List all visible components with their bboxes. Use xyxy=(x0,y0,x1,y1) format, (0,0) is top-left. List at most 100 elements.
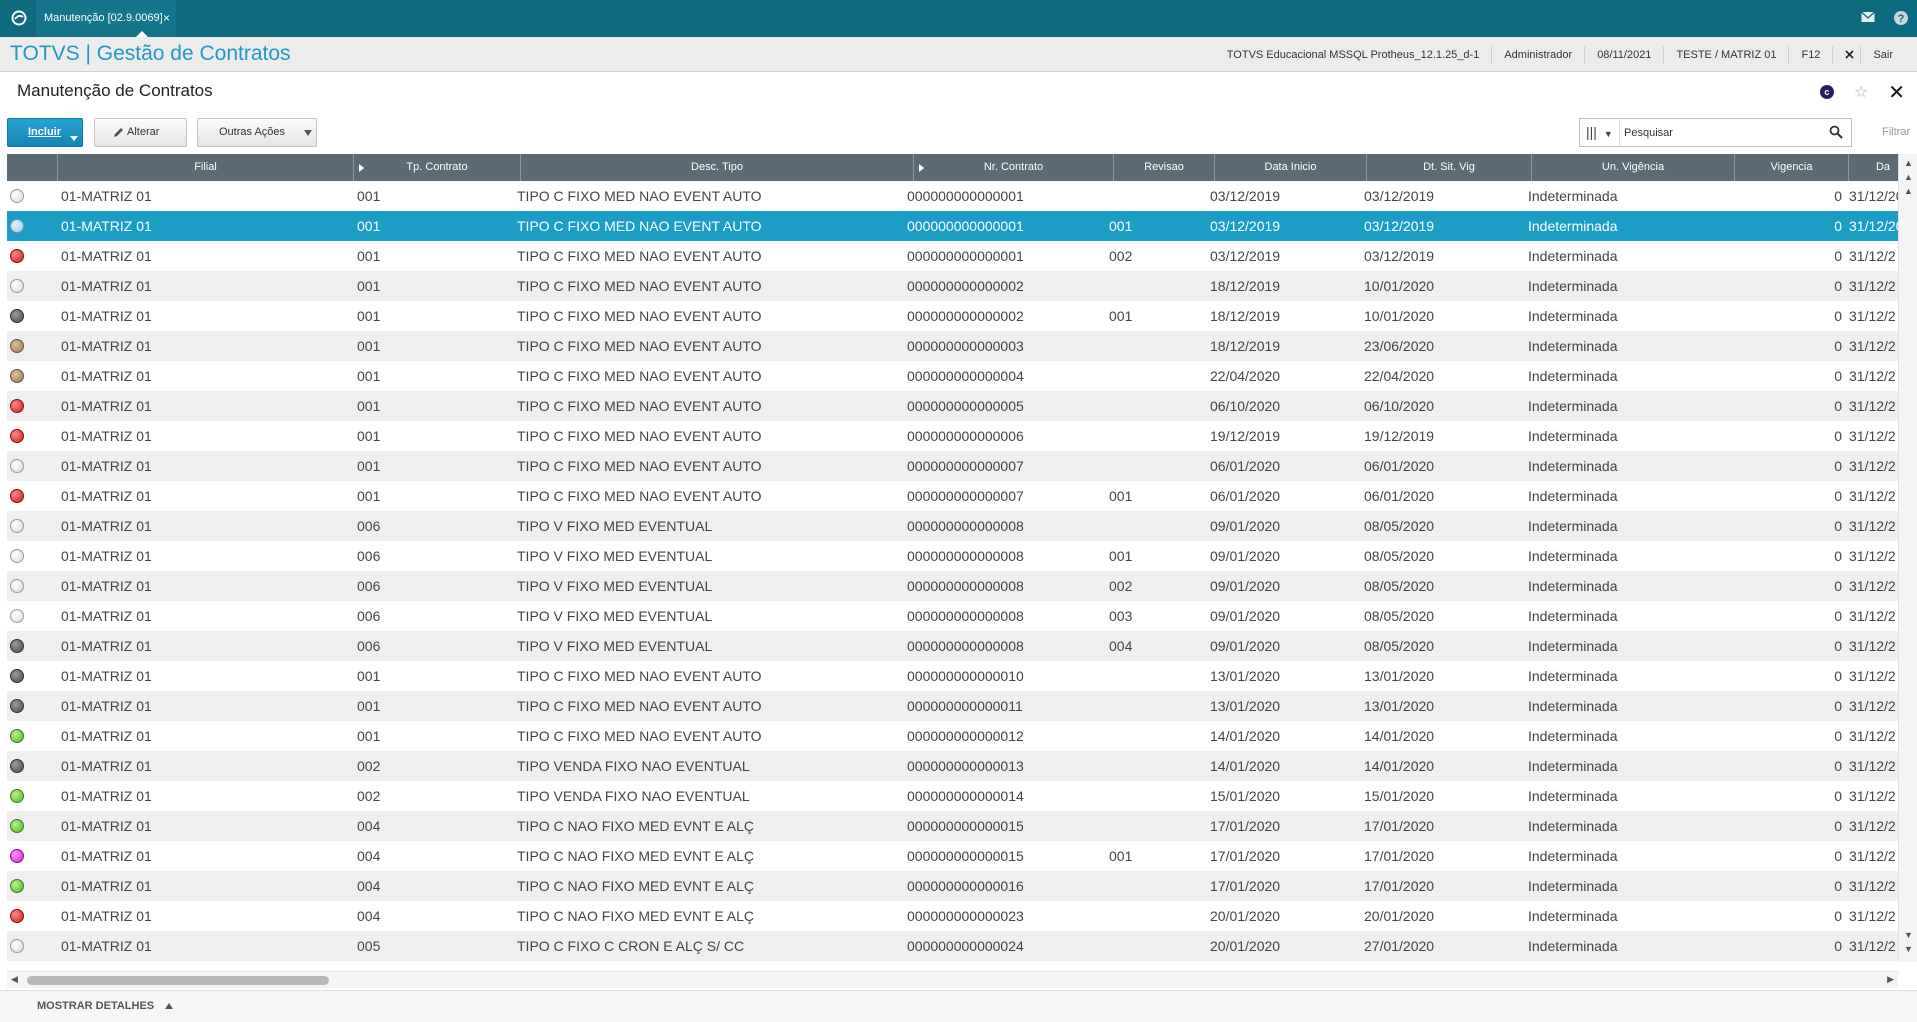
status-legend-icon[interactable] xyxy=(10,579,24,593)
header-filial[interactable]: Filial xyxy=(58,154,354,181)
status-legend-icon[interactable] xyxy=(10,849,24,863)
status-legend-icon[interactable] xyxy=(10,639,24,653)
status-legend-icon[interactable] xyxy=(10,279,24,293)
scroll-down-icon[interactable]: ▼ xyxy=(1904,930,1913,940)
table-row[interactable]: 01-MATRIZ 01 006 TIPO V FIXO MED EVENTUAL 0… xyxy=(7,541,1898,571)
user-label[interactable]: Administrador xyxy=(1491,45,1584,64)
shortcut-label[interactable]: F12 xyxy=(1788,45,1832,64)
status-legend-icon[interactable] xyxy=(10,489,24,503)
header-data-inicio[interactable]: Data Inicio xyxy=(1215,154,1367,181)
status-legend-icon[interactable] xyxy=(10,519,24,533)
status-legend-icon[interactable] xyxy=(10,609,24,623)
table-row[interactable]: 01-MATRIZ 01 001 TIPO C FIXO MED NAO EVENT… xyxy=(7,691,1898,721)
table-row[interactable]: 01-MATRIZ 01 001 TIPO C FIXO MED NAO EVENT… xyxy=(7,181,1898,211)
search-input[interactable] xyxy=(1624,123,1824,142)
table-row[interactable]: 01-MATRIZ 01 001 TIPO C FIXO MED NAO EVENT… xyxy=(7,331,1898,361)
table-row[interactable]: 01-MATRIZ 01 001 TIPO C FIXO MED NAO EVENT… xyxy=(7,481,1898,511)
header-revisao[interactable]: Revisao xyxy=(1114,154,1215,181)
table-row[interactable]: 01-MATRIZ 01 001 TIPO C FIXO MED NAO EVENT… xyxy=(7,451,1898,481)
mail-icon[interactable] xyxy=(1861,11,1875,23)
table-row[interactable]: 01-MATRIZ 01 001 TIPO C FIXO MED NAO EVENT… xyxy=(7,721,1898,751)
tab-manutencao[interactable]: Manutenção [02.9.0069] × xyxy=(36,0,176,37)
status-legend-icon[interactable] xyxy=(10,309,24,323)
totvs-logo-icon[interactable] xyxy=(11,10,27,26)
table-row[interactable]: 01-MATRIZ 01 001 TIPO C FIXO MED NAO EVENT… xyxy=(7,241,1898,271)
table-row[interactable]: 01-MATRIZ 01 004 TIPO C NAO FIXO MED EVNT … xyxy=(7,811,1898,841)
logout-button[interactable]: Sair xyxy=(1832,45,1917,64)
vertical-scrollbar[interactable]: ▲ ▲ ▲ ▼ ▼ xyxy=(1898,154,1917,962)
incluir-dropdown-icon[interactable] xyxy=(70,136,78,141)
cell-vig: 0 xyxy=(1834,398,1842,414)
show-details-button[interactable]: MOSTRAR DETALHES xyxy=(37,1000,174,1012)
status-legend-icon[interactable] xyxy=(10,249,24,263)
header-da[interactable]: Da xyxy=(1849,154,1898,181)
horizontal-scrollbar[interactable]: ◀ ▶ xyxy=(7,971,1898,988)
table-row[interactable]: 01-MATRIZ 01 002 TIPO VENDA FIXO NAO EVENT… xyxy=(7,781,1898,811)
cell-filial: 01-MATRIZ 01 xyxy=(61,938,152,954)
status-legend-icon[interactable] xyxy=(10,789,24,803)
header-desc-tipo[interactable]: Desc. Tipo xyxy=(521,154,914,181)
status-legend-icon[interactable] xyxy=(10,219,24,233)
filter-link[interactable]: Filtrar xyxy=(1882,126,1910,138)
help-icon[interactable]: ? xyxy=(1893,10,1909,26)
table-row[interactable]: 01-MATRIZ 01 006 TIPO V FIXO MED EVENTUAL 0… xyxy=(7,601,1898,631)
table-row[interactable]: 01-MATRIZ 01 005 TIPO C FIXO C CRON E ALÇ … xyxy=(7,931,1898,961)
table-row[interactable]: 01-MATRIZ 01 001 TIPO C FIXO MED NAO EVENT… xyxy=(7,421,1898,451)
header-tp-contrato[interactable]: Tp. Contrato xyxy=(354,154,521,181)
scroll-top-icon[interactable]: ▲ xyxy=(1904,158,1913,168)
scroll-right-icon[interactable]: ▶ xyxy=(1887,974,1894,985)
alterar-button[interactable]: Alterar xyxy=(94,118,187,147)
status-legend-icon[interactable] xyxy=(10,879,24,893)
assistant-icon[interactable]: c xyxy=(1819,85,1834,99)
status-legend-icon[interactable] xyxy=(10,189,24,203)
incluir-button[interactable]: Incluir xyxy=(7,118,83,147)
search-icon[interactable] xyxy=(1829,125,1843,139)
table-row[interactable]: 01-MATRIZ 01 006 TIPO V FIXO MED EVENTUAL 0… xyxy=(7,511,1898,541)
status-legend-icon[interactable] xyxy=(10,669,24,683)
scroll-left-icon[interactable]: ◀ xyxy=(11,974,18,985)
scroll-bottom-icon[interactable]: ▼ xyxy=(1904,944,1913,954)
branch-label[interactable]: TESTE / MATRIZ 01 xyxy=(1663,45,1788,64)
status-legend-icon[interactable] xyxy=(10,459,24,473)
header-dt-sit-vig[interactable]: Dt. Sit. Vig xyxy=(1367,154,1532,181)
status-legend-icon[interactable] xyxy=(10,339,24,353)
favorite-star-icon[interactable]: ☆ xyxy=(1854,82,1868,102)
tab-close-icon[interactable]: × xyxy=(163,0,170,37)
outras-acoes-button[interactable]: Outras Ações xyxy=(197,118,317,147)
scroll-up-icon[interactable]: ▲ xyxy=(1904,186,1913,196)
table-row[interactable]: 01-MATRIZ 01 002 TIPO VENDA FIXO NAO EVENT… xyxy=(7,751,1898,781)
table-row[interactable]: 01-MATRIZ 01 001 TIPO C FIXO MED NAO EVENT… xyxy=(7,271,1898,301)
horizontal-scroll-thumb[interactable] xyxy=(27,976,329,985)
table-row[interactable]: 01-MATRIZ 01 004 TIPO C NAO FIXO MED EVNT … xyxy=(7,901,1898,931)
table-row[interactable]: 01-MATRIZ 01 001 TIPO C FIXO MED NAO EVENT… xyxy=(7,361,1898,391)
status-legend-icon[interactable] xyxy=(10,429,24,443)
status-legend-icon[interactable] xyxy=(10,939,24,953)
cell-tp: 006 xyxy=(357,578,381,594)
table-row[interactable]: 01-MATRIZ 01 006 TIPO V FIXO MED EVENTUAL 0… xyxy=(7,571,1898,601)
table-row[interactable]: 01-MATRIZ 01 001 TIPO C FIXO MED NAO EVENT… xyxy=(7,661,1898,691)
table-row[interactable]: 01-MATRIZ 01 004 TIPO C NAO FIXO MED EVNT … xyxy=(7,871,1898,901)
cell-inicio: 18/12/2019 xyxy=(1210,278,1281,294)
cell-nr: 000000000000013 xyxy=(907,758,1024,774)
table-row[interactable]: 01-MATRIZ 01 001 TIPO C FIXO MED NAO EVENT… xyxy=(7,301,1898,331)
header-un-vigencia[interactable]: Un. Vigência xyxy=(1532,154,1735,181)
table-row[interactable]: 01-MATRIZ 01 001 TIPO C FIXO MED NAO EVENT… xyxy=(7,211,1898,241)
status-legend-icon[interactable] xyxy=(10,549,24,563)
chevron-down-icon xyxy=(304,130,312,136)
close-window-icon[interactable]: ✕ xyxy=(1888,80,1905,105)
cell-desc: TIPO VENDA FIXO NAO EVENTUAL xyxy=(517,788,750,804)
status-legend-icon[interactable] xyxy=(10,369,24,383)
scroll-page-up-icon[interactable]: ▲ xyxy=(1904,172,1913,182)
status-legend-icon[interactable] xyxy=(10,729,24,743)
status-legend-icon[interactable] xyxy=(10,909,24,923)
header-vigencia[interactable]: Vigencia xyxy=(1735,154,1849,181)
table-row[interactable]: 01-MATRIZ 01 001 TIPO C FIXO MED NAO EVENT… xyxy=(7,391,1898,421)
status-legend-icon[interactable] xyxy=(10,699,24,713)
status-legend-icon[interactable] xyxy=(10,819,24,833)
header-nr-contrato[interactable]: Nr. Contrato xyxy=(914,154,1114,181)
table-row[interactable]: 01-MATRIZ 01 004 TIPO C NAO FIXO MED EVNT … xyxy=(7,841,1898,871)
status-legend-icon[interactable] xyxy=(10,399,24,413)
status-legend-icon[interactable] xyxy=(10,759,24,773)
column-selector[interactable]: ||| ▼ xyxy=(1580,119,1620,146)
table-row[interactable]: 01-MATRIZ 01 006 TIPO V FIXO MED EVENTUAL 0… xyxy=(7,631,1898,661)
